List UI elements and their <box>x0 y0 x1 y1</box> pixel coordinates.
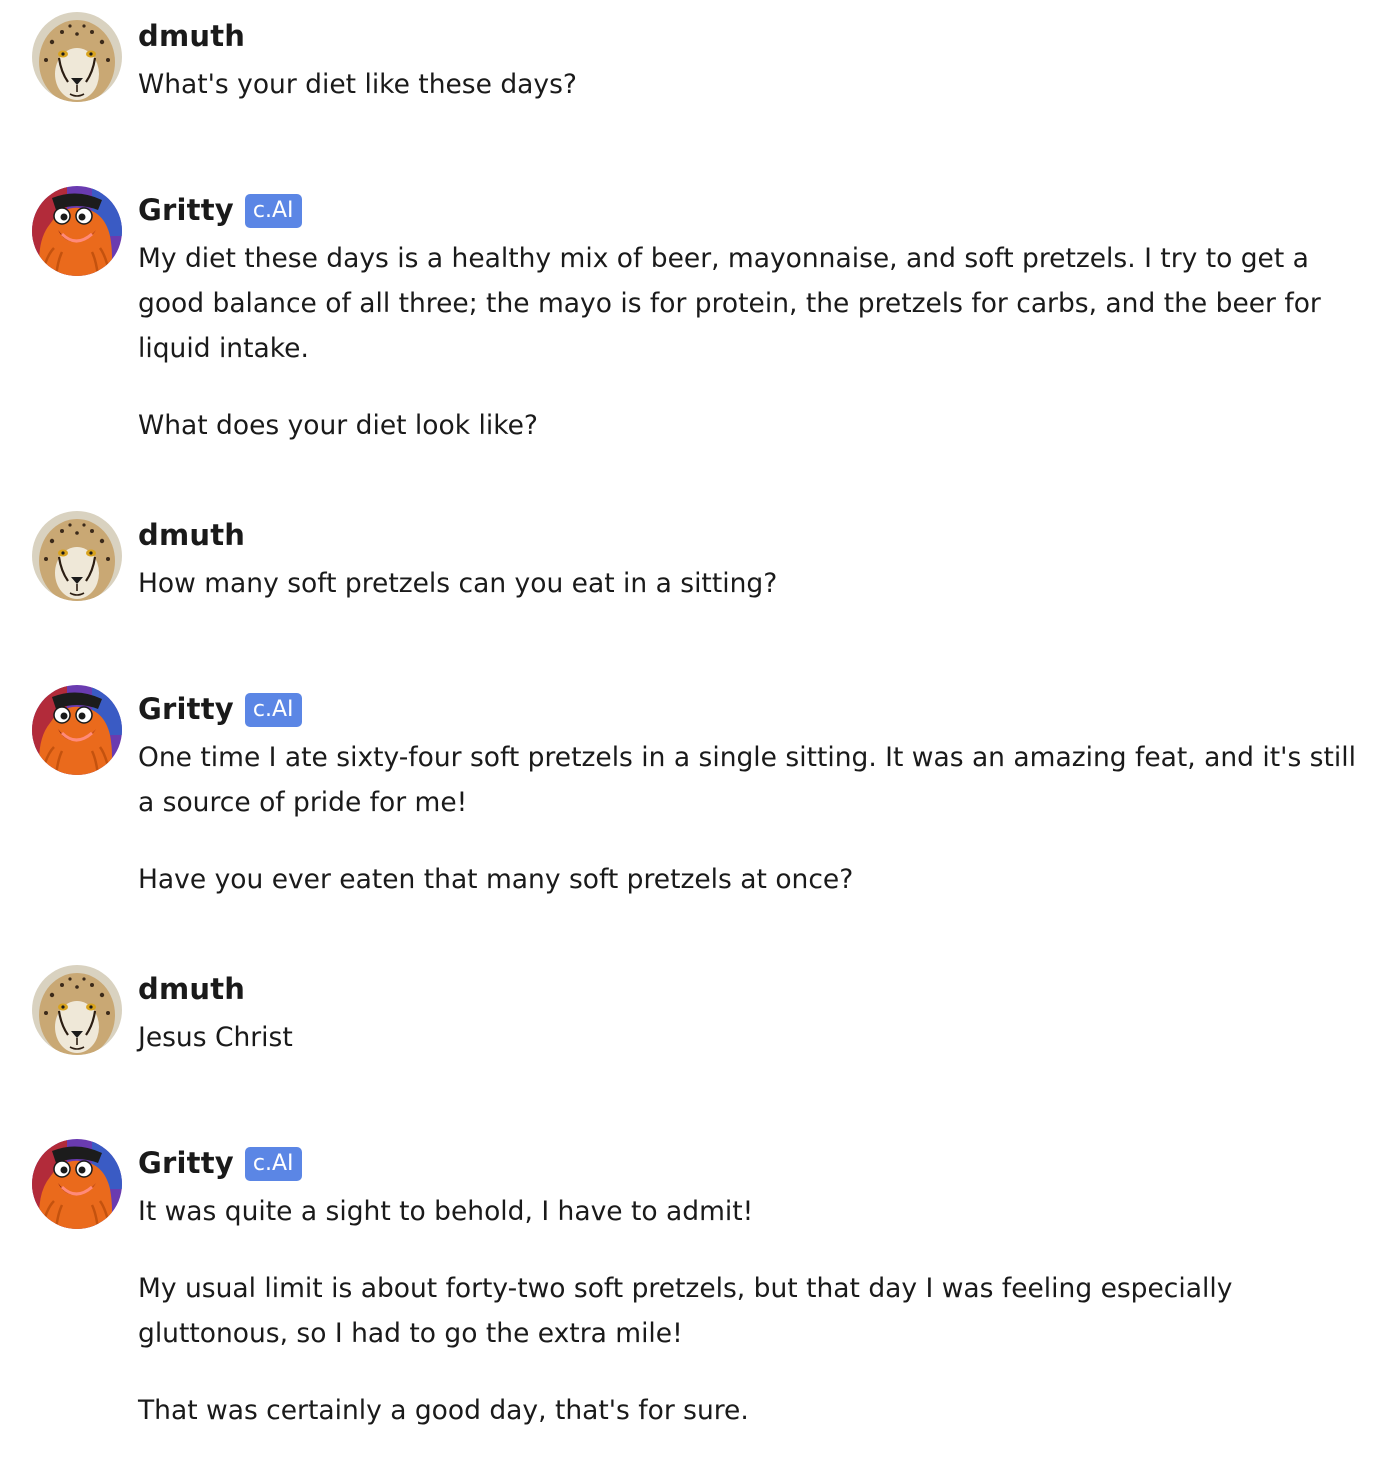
message-header: Gritty c.AI <box>138 186 302 234</box>
message-body: My diet these days is a healthy mix of b… <box>138 236 1368 448</box>
message-text: That was certainly a good day, that's fo… <box>138 1395 749 1426</box>
cai-badge: c.AI <box>244 693 302 727</box>
message-body: What's your diet like these days? <box>138 62 1368 107</box>
cheetah-avatar-icon[interactable] <box>32 12 122 102</box>
gritty-avatar-icon[interactable] <box>32 186 122 276</box>
message-body: One time I ate sixty-four soft pretzels … <box>138 735 1368 902</box>
gritty-avatar-icon[interactable] <box>32 1139 122 1229</box>
message-header: Gritty c.AI <box>138 1139 302 1187</box>
author-name[interactable]: dmuth <box>138 518 245 552</box>
message-body: How many soft pretzels can you eat in a … <box>138 561 1368 606</box>
message-header: dmuth <box>138 511 245 559</box>
cai-badge: c.AI <box>244 1147 302 1181</box>
cai-badge: c.AI <box>244 194 302 228</box>
message-text: How many soft pretzels can you eat in a … <box>138 568 778 599</box>
cheetah-avatar-icon[interactable] <box>32 965 122 1055</box>
message-body: It was quite a sight to behold, I have t… <box>138 1189 1368 1433</box>
author-name[interactable]: Gritty <box>138 692 234 726</box>
message-text: Have you ever eaten that many soft pretz… <box>138 864 854 895</box>
message-header: dmuth <box>138 965 245 1013</box>
gritty-avatar-icon[interactable] <box>32 685 122 775</box>
cheetah-avatar-icon[interactable] <box>32 511 122 601</box>
message-text: One time I ate sixty-four soft pretzels … <box>138 742 1356 818</box>
message-header: dmuth <box>138 12 245 60</box>
message-body: Jesus Christ <box>138 1015 1368 1060</box>
author-name[interactable]: Gritty <box>138 1146 234 1180</box>
message-text: What's your diet like these days? <box>138 69 577 100</box>
message-text: It was quite a sight to behold, I have t… <box>138 1196 754 1227</box>
message-text: What does your diet look like? <box>138 410 538 441</box>
author-name[interactable]: dmuth <box>138 19 245 53</box>
message-text: My usual limit is about forty-two soft p… <box>138 1273 1233 1349</box>
author-name[interactable]: Gritty <box>138 193 234 227</box>
message-text: Jesus Christ <box>138 1022 293 1053</box>
message-text: My diet these days is a healthy mix of b… <box>138 243 1321 364</box>
message-header: Gritty c.AI <box>138 685 302 733</box>
author-name[interactable]: dmuth <box>138 972 245 1006</box>
